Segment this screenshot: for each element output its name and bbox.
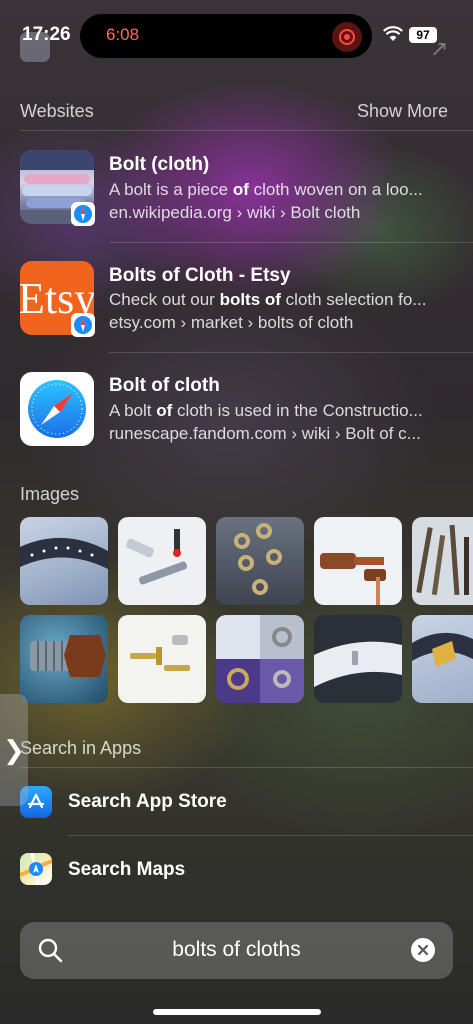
battery-indicator: 97 bbox=[409, 27, 437, 43]
image-result[interactable] bbox=[20, 615, 108, 703]
result-snippet: Check out our bolts of cloth selection f… bbox=[109, 290, 427, 309]
result-title: Bolt of cloth bbox=[109, 375, 220, 396]
home-indicator[interactable] bbox=[153, 1009, 321, 1015]
wifi-icon bbox=[383, 26, 403, 47]
image-result[interactable] bbox=[314, 517, 402, 605]
search-maps-label: Search Maps bbox=[68, 859, 186, 880]
clear-search-button[interactable] bbox=[411, 938, 435, 962]
status-time: 17:26 bbox=[22, 24, 71, 45]
safari-badge-icon bbox=[71, 313, 95, 337]
result-snippet: A bolt of cloth is used in the Construct… bbox=[109, 401, 423, 420]
image-result[interactable] bbox=[216, 615, 304, 703]
result-title: Bolt (cloth) bbox=[109, 154, 210, 175]
image-result[interactable] bbox=[20, 517, 108, 605]
search-app-store-label: Search App Store bbox=[68, 791, 227, 812]
image-result[interactable] bbox=[314, 615, 402, 703]
image-result[interactable] bbox=[118, 517, 206, 605]
images-section-title: Images bbox=[20, 484, 80, 504]
close-icon bbox=[417, 944, 429, 956]
image-result[interactable] bbox=[216, 517, 304, 605]
island-timer: 6:08 bbox=[106, 25, 140, 44]
side-handle[interactable]: ❯ bbox=[0, 694, 28, 806]
result-url: etsy.com › market › bolts of cloth bbox=[109, 313, 354, 332]
image-result[interactable] bbox=[412, 615, 473, 703]
result-title: Bolts of Cloth - Etsy bbox=[109, 265, 291, 286]
search-input[interactable]: bolts of cloths bbox=[20, 938, 453, 962]
image-result[interactable] bbox=[118, 615, 206, 703]
divider bbox=[20, 130, 473, 131]
maps-icon bbox=[20, 853, 52, 885]
result-url: runescape.fandom.com › wiki › Bolt of c.… bbox=[109, 424, 421, 443]
screen-record-icon[interactable] bbox=[332, 22, 362, 52]
apps-section-title: Search in Apps bbox=[20, 738, 142, 758]
safari-badge-icon bbox=[71, 202, 95, 226]
result-snippet: A bolt is a piece of cloth woven on a lo… bbox=[109, 180, 423, 199]
safari-app-icon bbox=[20, 372, 94, 446]
websites-section-title: Websites bbox=[20, 101, 94, 121]
chevron-right-icon: ❯ bbox=[3, 734, 25, 765]
result-url: en.wikipedia.org › wiki › Bolt cloth bbox=[109, 203, 361, 222]
show-more-button[interactable]: Show More bbox=[357, 101, 448, 122]
image-result[interactable] bbox=[412, 517, 473, 605]
